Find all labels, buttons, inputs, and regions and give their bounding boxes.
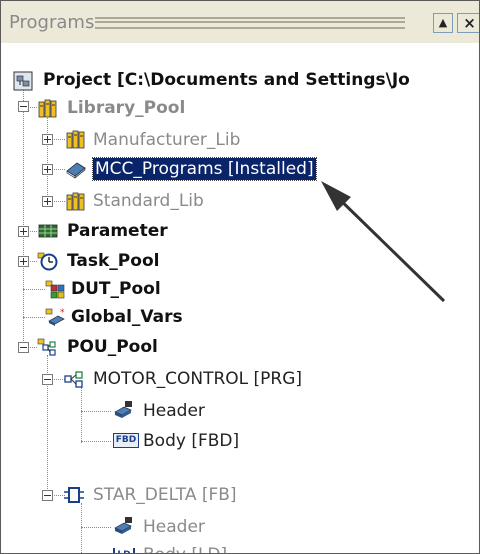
project-tree[interactable]: Project [C:\Documents and Settings\Jo Li… — [1, 43, 479, 553]
tree-item-manufacturer-lib-label: Manufacturer_Lib — [93, 130, 241, 150]
header-icon — [114, 401, 132, 418]
motor-control-collapse-toggle[interactable] — [42, 374, 53, 385]
ld-icon: LD — [113, 548, 135, 553]
svg-text:*: * — [60, 308, 65, 318]
tree-item-dut-pool-label: DUT_Pool — [71, 279, 161, 299]
fbd-icon: FBD — [113, 433, 139, 448]
library-pool-collapse-toggle[interactable] — [18, 101, 29, 112]
titlebar-grip[interactable] — [95, 17, 405, 29]
tree-item-star-delta-label: STAR_DELTA [FB] — [93, 485, 237, 505]
tree-item-parameter-label: Parameter — [67, 221, 168, 241]
book-icon — [66, 162, 86, 179]
programs-panel: Programs ▲ × Project [C:\Documents and S… — [0, 0, 480, 554]
tree-item-motor-control-label: MOTOR_CONTROL [PRG] — [93, 369, 303, 389]
library-icon — [66, 192, 85, 211]
tree-item-mcc-programs-label: MCC_Programs [Installed] — [92, 157, 317, 181]
annotation-arrow — [321, 181, 446, 303]
global-vars-icon: * — [45, 308, 65, 326]
task-pool-expand-toggle[interactable] — [18, 256, 29, 267]
clock-icon — [37, 252, 58, 271]
header-icon — [114, 517, 132, 534]
pou-pool-collapse-toggle[interactable] — [18, 342, 29, 353]
scroll-up-button[interactable]: ▲ — [433, 13, 453, 33]
tree-item-global-vars-label: Global_Vars — [71, 307, 183, 327]
close-button[interactable]: × — [457, 13, 479, 33]
star-delta-collapse-toggle[interactable] — [42, 490, 53, 501]
panel-title: Programs — [9, 12, 95, 33]
tree-item-star-header-label: Header — [143, 517, 205, 537]
project-icon — [13, 71, 33, 91]
dut-pool-icon — [45, 280, 65, 299]
tree-item-motor-body-label: Body [FBD] — [143, 431, 240, 451]
program-icon — [64, 371, 83, 388]
tree-item-star-body-label: Body [LD] — [143, 544, 227, 553]
library-icon — [38, 99, 57, 118]
tree-item-project-label: Project [C:\Documents and Settings\Jo — [43, 70, 410, 90]
tree-item-task-pool-label: Task_Pool — [67, 251, 160, 271]
tree-item-library-pool-label: Library_Pool — [67, 98, 186, 118]
tree-item-motor-header-label: Header — [143, 401, 205, 421]
pou-pool-icon — [37, 338, 56, 356]
tree-item-pou-pool-label: POU_Pool — [67, 337, 158, 357]
parameter-expand-toggle[interactable] — [18, 226, 29, 237]
library-icon — [66, 130, 85, 149]
manufacturer-lib-expand-toggle[interactable] — [42, 134, 53, 145]
mcc-programs-expand-toggle[interactable] — [42, 164, 53, 175]
tree-item-standard-lib-label: Standard_Lib — [93, 191, 204, 211]
standard-lib-expand-toggle[interactable] — [42, 196, 53, 207]
function-block-icon — [64, 487, 84, 503]
parameter-icon — [38, 224, 58, 238]
panel-titlebar[interactable]: Programs ▲ × — [1, 1, 479, 44]
